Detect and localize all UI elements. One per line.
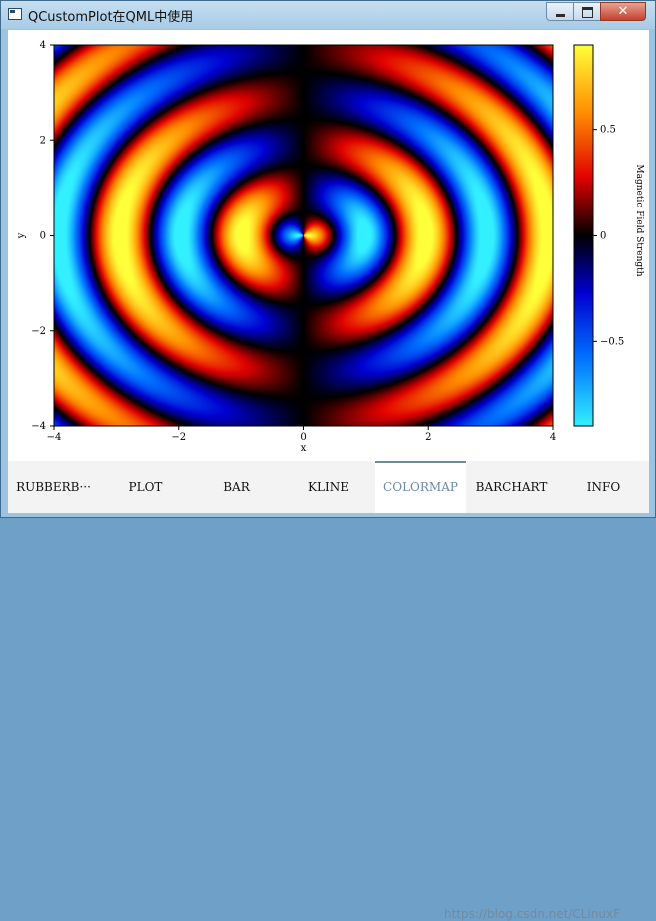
- client-area: −4 −2 0 2 4 4 2 0 −2 −4 x y 0.5 0 −0.5 Magnetic Field S…: [8, 30, 649, 921]
- y-tick-label: 4: [40, 40, 46, 51]
- maximize-button[interactable]: [573, 2, 601, 21]
- chart-axes: −4 −2 0 2 4 4 2 0 −2 −4 x y 0.5 0 −0.5 Magnetic Field S…: [16, 40, 644, 454]
- tab-bar-chart[interactable]: BAR: [191, 461, 282, 513]
- app-window: QCustomPlot在QML中使用 ✕ −4 −2 0 2 4 4 2 0 −2 −4 x y 0.5…: [0, 0, 656, 921]
- y-tick-label: 2: [40, 135, 46, 146]
- tab-plot[interactable]: PLOT: [100, 461, 191, 513]
- y-axis-label: y: [16, 232, 27, 239]
- y-tick-label: −2: [31, 326, 46, 337]
- tab-kline[interactable]: KLINE: [283, 461, 374, 513]
- tab-bar: RUBBERB··· PLOT BAR KLINE COLORMAP BARCH…: [8, 461, 649, 921]
- colorbar-frame: [573, 44, 594, 427]
- colorbar-tick-label: 0: [600, 231, 606, 242]
- colorbar-tick-label: −0.5: [600, 336, 624, 347]
- y-tick-label: −4: [31, 421, 46, 432]
- tab-barchart[interactable]: BARCHART: [466, 461, 557, 513]
- x-tick-label: 2: [425, 432, 431, 443]
- tab-rubberband[interactable]: RUBBERB···: [8, 461, 99, 513]
- close-button[interactable]: ✕: [600, 2, 646, 21]
- close-icon: ✕: [617, 4, 629, 19]
- colorbar-label: Magnetic Field Strength: [634, 164, 644, 276]
- y-tick-label: 0: [40, 231, 46, 242]
- title-bar[interactable]: QCustomPlot在QML中使用 ✕: [1, 1, 655, 29]
- x-tick-label: −4: [47, 432, 62, 443]
- window-title: QCustomPlot在QML中使用: [28, 10, 194, 25]
- x-tick-label: −2: [171, 432, 186, 443]
- plot-frame: [53, 44, 554, 427]
- watermark-text: https://blog.csdn.net/CLinuxF: [444, 907, 620, 921]
- x-tick-label: 4: [550, 432, 556, 443]
- app-icon[interactable]: [8, 8, 22, 20]
- tab-colormap[interactable]: COLORMAP: [375, 461, 466, 513]
- x-tick-label: 0: [300, 432, 306, 443]
- tab-info[interactable]: INFO: [558, 461, 649, 513]
- minimize-button[interactable]: [546, 2, 574, 21]
- x-axis-label: x: [301, 443, 307, 454]
- colorbar-tick-label: 0.5: [600, 125, 616, 136]
